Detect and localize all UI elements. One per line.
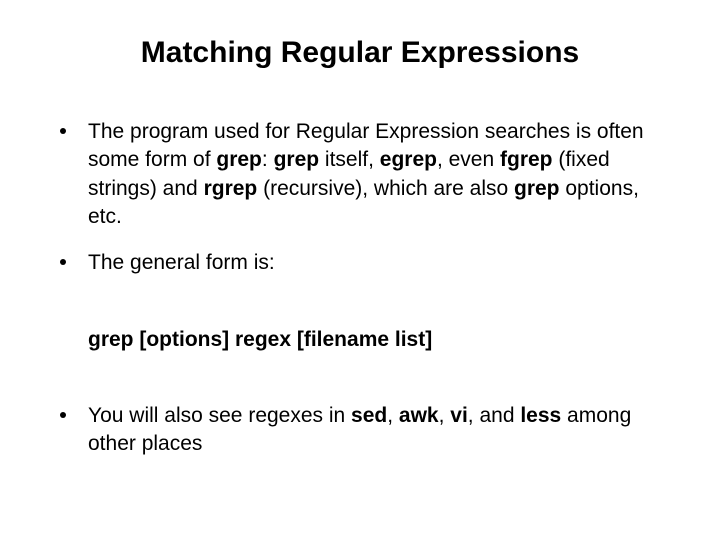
- bullet-icon: [60, 259, 66, 265]
- bullet-text-1: The program used for Regular Expression …: [88, 118, 670, 231]
- text-run: :: [262, 148, 274, 171]
- bullet-text-2: The general form is:: [88, 249, 670, 277]
- text-run: (recursive), which are also: [257, 177, 514, 200]
- slide-title: Matching Regular Expressions: [50, 36, 670, 70]
- bullet-item-1: The program used for Regular Expression …: [60, 118, 670, 231]
- text-bold: grep: [514, 177, 560, 200]
- text-bold: vi: [450, 404, 468, 427]
- text-run: , even: [437, 148, 500, 171]
- slide-content: The program used for Regular Expression …: [50, 118, 670, 459]
- text-bold: less: [520, 404, 561, 427]
- bullet-item-4: You will also see regexes in sed, awk, v…: [60, 402, 670, 459]
- bullet-item-3: grep [options] regex [filename list]: [60, 326, 670, 354]
- text-bold: rgrep: [204, 177, 258, 200]
- bullet-icon: [60, 128, 66, 134]
- text-bold: sed: [351, 404, 387, 427]
- slide: Matching Regular Expressions The program…: [0, 0, 720, 540]
- text-bold: egrep: [380, 148, 437, 171]
- text-run: , and: [468, 404, 521, 427]
- text-bold: grep: [216, 148, 262, 171]
- bullet-icon: [60, 412, 66, 418]
- text-bold: awk: [399, 404, 439, 427]
- text-bold: fgrep: [500, 148, 553, 171]
- bullet-icon-hidden: [60, 336, 66, 342]
- spacer: [60, 372, 670, 402]
- text-run: ,: [439, 404, 451, 427]
- text-run: itself,: [319, 148, 380, 171]
- text-run: You will also see regexes in: [88, 404, 351, 427]
- bullet-item-2: The general form is:: [60, 249, 670, 277]
- bullet-text-3: grep [options] regex [filename list]: [88, 326, 670, 354]
- text-bold: grep: [274, 148, 320, 171]
- spacer: [60, 296, 670, 326]
- text-run: ,: [387, 404, 399, 427]
- bullet-text-4: You will also see regexes in sed, awk, v…: [88, 402, 670, 459]
